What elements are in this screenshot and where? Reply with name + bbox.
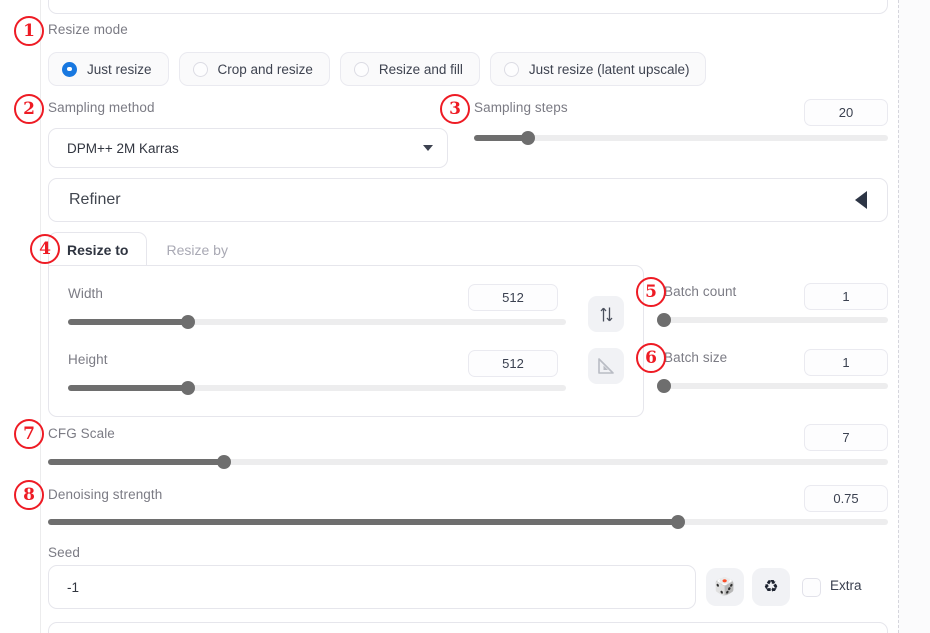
slider-fill <box>48 459 225 465</box>
annotation-badge-7: 7 <box>14 419 44 449</box>
slider-thumb[interactable] <box>520 131 535 145</box>
annotation-badge-6: 6 <box>636 343 666 373</box>
slider-fill <box>68 385 188 391</box>
slider-track <box>474 135 888 141</box>
batch-size-value[interactable]: 1 <box>804 349 888 376</box>
radio-icon <box>353 61 369 77</box>
reuse-seed-button[interactable]: ♻ <box>752 568 790 606</box>
annotation-badge-8: 8 <box>14 480 44 510</box>
sampling-method-value: DPM++ 2M Karras <box>67 140 179 156</box>
annotation-badge-3: 3 <box>440 94 470 124</box>
annotation-badge-1: 1 <box>14 16 44 46</box>
slider-fill <box>48 519 678 525</box>
batch-size-slider[interactable] <box>657 379 888 393</box>
annotation-badge-2: 2 <box>14 94 44 124</box>
height-label: Height <box>68 352 108 367</box>
aspect-ratio-button[interactable] <box>588 348 624 384</box>
dice-icon: 🎲 <box>714 577 736 596</box>
cut-off-box-above <box>48 0 888 14</box>
slider-fill <box>68 319 188 325</box>
height-slider[interactable] <box>68 381 566 395</box>
sampling-steps-slider[interactable] <box>474 131 888 145</box>
option-label: Crop and resize <box>217 61 313 77</box>
batch-count-value[interactable]: 1 <box>804 283 888 310</box>
triangle-ruler-icon <box>598 358 614 374</box>
option-label: Just resize (latent upscale) <box>528 61 690 77</box>
refiner-accordion[interactable]: Refiner <box>48 178 888 222</box>
slider-thumb[interactable] <box>657 313 671 327</box>
resize-mode-option-resize-and-fill[interactable]: Resize and fill <box>339 52 480 86</box>
batch-size-label: Batch size <box>664 350 728 365</box>
slider-track <box>664 317 888 323</box>
extra-checkbox[interactable] <box>802 578 821 597</box>
swap-dimensions-button[interactable] <box>588 296 624 332</box>
batch-count-label: Batch count <box>664 284 737 299</box>
chevron-down-icon <box>423 145 433 151</box>
slider-thumb[interactable] <box>657 379 671 393</box>
slider-track <box>664 383 888 389</box>
img2img-settings-panel: Resize mode Just resize Crop and resize … <box>0 0 930 633</box>
right-gutter-strip <box>898 0 930 633</box>
resize-tabs: Resize to Resize by <box>48 232 247 266</box>
extra-label: Extra <box>830 578 862 593</box>
radio-icon <box>503 61 519 77</box>
denoising-strength-value[interactable]: 0.75 <box>804 485 888 512</box>
tab-resize-to[interactable]: Resize to <box>48 232 148 266</box>
cfg-scale-value[interactable]: 7 <box>804 424 888 451</box>
refiner-title: Refiner <box>69 191 121 208</box>
resize-mode-option-just-resize[interactable]: Just resize <box>48 52 169 86</box>
resize-mode-option-just-resize-latent[interactable]: Just resize (latent upscale) <box>489 52 707 86</box>
denoising-strength-slider[interactable] <box>48 515 888 529</box>
sampling-steps-label: Sampling steps <box>474 100 568 115</box>
annotation-badge-4: 4 <box>30 234 60 264</box>
seed-label: Seed <box>48 545 80 560</box>
tab-resize-by[interactable]: Resize by <box>147 232 246 266</box>
caret-left-icon <box>855 191 867 209</box>
cfg-scale-slider[interactable] <box>48 455 888 469</box>
cfg-scale-label: CFG Scale <box>48 426 115 441</box>
slider-thumb[interactable] <box>180 315 195 329</box>
width-value[interactable]: 512 <box>468 284 558 311</box>
radio-icon-selected <box>62 61 77 77</box>
randomize-seed-button[interactable]: 🎲 <box>706 568 744 606</box>
batch-count-slider[interactable] <box>657 313 888 327</box>
swap-vertical-icon <box>600 307 612 321</box>
resize-mode-option-crop-and-resize[interactable]: Crop and resize <box>178 52 330 86</box>
slider-fill <box>474 135 528 141</box>
sampling-steps-value[interactable]: 20 <box>804 99 888 126</box>
sampling-method-dropdown[interactable]: DPM++ 2M Karras <box>48 128 448 168</box>
cut-off-box-below <box>48 622 888 633</box>
radio-icon <box>192 61 208 77</box>
denoising-strength-label: Denoising strength <box>48 487 163 502</box>
height-value[interactable]: 512 <box>468 350 558 377</box>
resize-mode-label: Resize mode <box>48 22 128 37</box>
seed-input[interactable]: -1 <box>48 565 696 609</box>
resize-mode-radio-group: Just resize Crop and resize Resize and f… <box>48 52 707 86</box>
annotation-badge-5: 5 <box>636 277 666 307</box>
width-label: Width <box>68 286 104 301</box>
option-label: Just resize <box>87 61 152 77</box>
width-slider[interactable] <box>68 315 566 329</box>
sampling-method-label: Sampling method <box>48 100 155 115</box>
option-label: Resize and fill <box>378 61 463 77</box>
slider-thumb[interactable] <box>671 515 685 529</box>
slider-thumb[interactable] <box>180 381 195 395</box>
left-vertical-rule <box>40 0 41 633</box>
slider-thumb[interactable] <box>217 455 232 469</box>
recycle-icon: ♻ <box>763 577 779 596</box>
